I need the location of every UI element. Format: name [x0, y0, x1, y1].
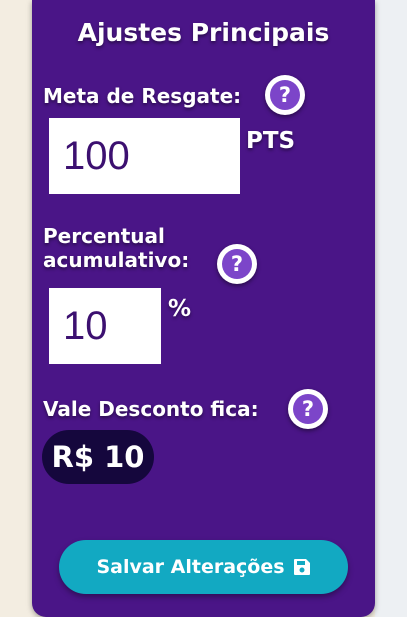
cumulative-percent-unit: %: [168, 296, 192, 322]
main-settings-panel: Ajustes Principais Meta de Resgate: ? 10…: [32, 0, 375, 617]
redemption-goal-input[interactable]: 100: [49, 118, 240, 194]
question-mark-icon: ?: [293, 394, 323, 424]
panel-title: Ajustes Principais: [77, 18, 330, 47]
discount-voucher-label: Vale Desconto fica:: [43, 397, 259, 421]
cumulative-percent-help-button[interactable]: ?: [217, 244, 257, 284]
question-mark-icon: ?: [222, 249, 252, 279]
cumulative-percent-label-line2: acumulativo:: [43, 248, 190, 272]
redemption-goal-unit: PTS: [246, 128, 296, 154]
discount-voucher-value: R$ 10: [42, 430, 154, 484]
cumulative-percent-input[interactable]: 10: [49, 288, 161, 364]
right-background-strip: [375, 0, 407, 617]
cumulative-percent-label: Percentual acumulativo:: [43, 224, 189, 272]
cumulative-percent-label-line1: Percentual: [43, 224, 165, 248]
question-mark-icon: ?: [270, 80, 300, 110]
save-changes-button[interactable]: Salvar Alterações: [59, 540, 348, 594]
save-icon: [293, 558, 311, 576]
redemption-goal-label: Meta de Resgate:: [43, 84, 242, 108]
redemption-goal-help-button[interactable]: ?: [265, 75, 305, 115]
discount-voucher-help-button[interactable]: ?: [288, 389, 328, 429]
save-button-label: Salvar Alterações: [96, 556, 285, 578]
